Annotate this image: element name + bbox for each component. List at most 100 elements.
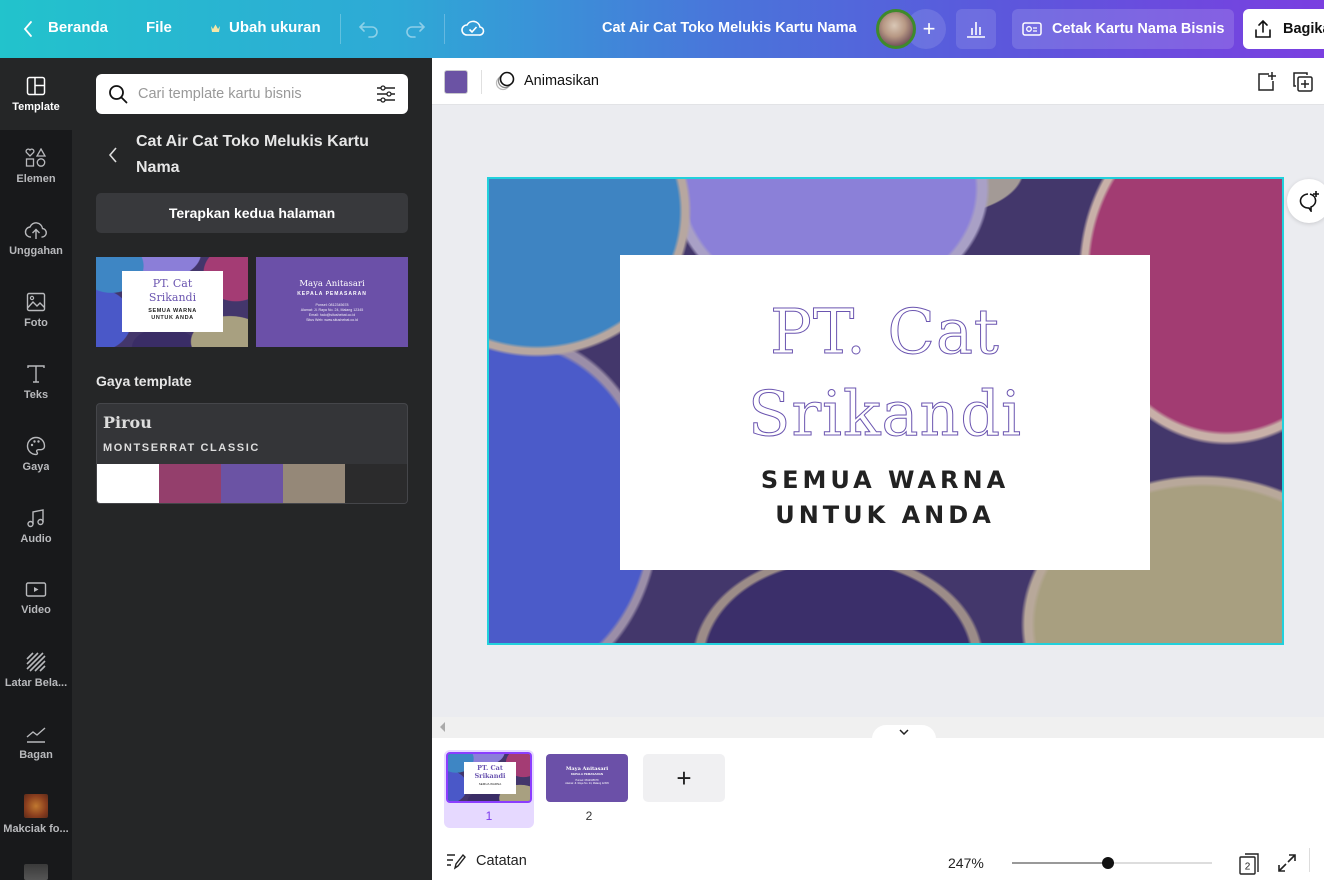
style-font-primary: Pirou: [103, 413, 152, 432]
company-name: Srikandi: [474, 771, 506, 780]
apply-both-pages-button[interactable]: Terapkan kedua halaman: [96, 193, 408, 233]
scroll-left-arrow-icon[interactable]: [440, 722, 445, 732]
page-count: 2: [1245, 862, 1251, 873]
editor-toolbar: Animasikan: [432, 58, 1324, 105]
add-page-button[interactable]: +: [643, 754, 725, 802]
share-button[interactable]: Bagikan: [1243, 9, 1324, 49]
color-swatch: [221, 464, 283, 503]
page-count-button[interactable]: 2: [1237, 852, 1261, 876]
zoom-slider[interactable]: [1012, 857, 1212, 869]
template-icon: [26, 76, 46, 96]
chevron-down-icon: [899, 729, 909, 735]
card-text-box: PT. Cat Srikandi SEMUA WARNA: [464, 762, 516, 794]
zoom-slider-fill: [1012, 862, 1108, 864]
color-swatches: [97, 464, 407, 503]
undo-icon[interactable]: [358, 17, 380, 39]
zoom-level[interactable]: 247%: [948, 855, 984, 871]
add-page-icon[interactable]: [1256, 71, 1278, 93]
toggle-pages-button[interactable]: [872, 725, 936, 739]
back-chevron-icon[interactable]: [108, 146, 118, 164]
video-icon: [25, 581, 47, 599]
add-comment-button[interactable]: [1287, 179, 1324, 223]
tagline: SEMUA WARNA: [478, 782, 502, 786]
design-page-1[interactable]: PT. Cat Srikandi SEMUA WARNA UNTUK ANDA: [487, 177, 1284, 645]
rail-item-elements[interactable]: Elemen: [0, 130, 72, 202]
page-thumbnail-2[interactable]: Maya Anitasari KEPALA PEMASARAN Ponsel: …: [544, 750, 634, 828]
card-text-box: PT. Cat Srikandi SEMUA WARNA UNTUK ANDA: [122, 271, 223, 332]
rail-item-background[interactable]: Latar Bela...: [0, 634, 72, 706]
template-style-heading: Gaya template: [96, 373, 192, 389]
background-color-picker[interactable]: [444, 70, 468, 94]
notes-button[interactable]: Catatan: [446, 852, 527, 870]
rail-item-uploads[interactable]: Unggahan: [0, 202, 72, 274]
back-chevron-icon[interactable]: [22, 19, 34, 39]
horizontal-scrollbar[interactable]: [432, 717, 1324, 739]
design-title[interactable]: Cat Air Cat Toko Melukis Kartu Nama: [602, 20, 857, 36]
tagline-text[interactable]: SEMUA WARNA UNTUK ANDA: [620, 463, 1150, 533]
resize-button[interactable]: Ubah ukuran: [210, 19, 321, 36]
file-menu[interactable]: File: [146, 19, 172, 36]
zoom-slider-handle[interactable]: [1102, 857, 1114, 869]
cloud-saved-icon[interactable]: [461, 17, 485, 39]
business-card-icon: [1022, 21, 1042, 37]
rail-item-folder[interactable]: Makciak fo...: [0, 778, 72, 850]
rail-item-audio[interactable]: Audio: [0, 490, 72, 562]
text-icon: [26, 364, 46, 384]
contact-details: Ponsel: 0812345678 Alamat: Jl. Raya No. …: [256, 303, 408, 323]
folder-thumbnail: [24, 793, 48, 818]
canvas-area: PT. Cat Srikandi SEMUA WARNA UNTUK ANDA: [432, 105, 1324, 717]
template-page-front[interactable]: PT. Cat Srikandi SEMUA WARNA UNTUK ANDA: [96, 257, 248, 347]
upload-icon: [24, 220, 48, 240]
contact-line: Situs Web: www.situshebat.co.id: [306, 318, 358, 322]
contact-line: Alamat: Jl. Raya No. 24, Malang 12345: [565, 782, 609, 785]
animate-button[interactable]: Animasikan: [494, 70, 599, 92]
rail-item-template[interactable]: Template: [0, 58, 72, 130]
divider: [340, 14, 341, 44]
rail-item-charts[interactable]: Bagan: [0, 706, 72, 778]
page-number: 2: [585, 809, 593, 823]
left-rail: Template Elemen Unggahan Foto Teks Gaya …: [0, 58, 72, 880]
color-swatch: [159, 464, 221, 503]
page-preview: PT. Cat Srikandi SEMUA WARNA: [446, 752, 532, 803]
bar-chart-icon: [965, 19, 987, 39]
fullscreen-icon[interactable]: [1277, 853, 1297, 873]
template-style-card[interactable]: Pirou MONTSERRAT CLASSIC: [96, 403, 408, 504]
rail-item-photos[interactable]: Foto: [0, 274, 72, 346]
folder-thumbnail: [24, 864, 48, 880]
person-role: KEPALA PEMASARAN: [570, 772, 604, 776]
tagline: SEMUA WARNA: [148, 308, 197, 314]
search-input[interactable]: [138, 86, 376, 102]
comment-plus-icon: [1297, 190, 1321, 212]
rail-item-text[interactable]: Teks: [0, 346, 72, 418]
company-name-line: Srikandi: [748, 377, 1022, 451]
notes-pencil-icon: [446, 852, 466, 870]
filter-sliders-icon[interactable]: [376, 84, 396, 104]
elements-icon: [25, 147, 47, 168]
page-thumbnail-1[interactable]: PT. Cat Srikandi SEMUA WARNA 1: [444, 750, 534, 828]
tagline-line: SEMUA WARNA: [760, 466, 1010, 494]
avatar[interactable]: [876, 9, 916, 49]
home-link[interactable]: Beranda: [48, 19, 108, 36]
divider: [481, 70, 482, 94]
color-swatch: [345, 464, 407, 503]
company-name-line: PT. Cat: [770, 295, 1000, 369]
duplicate-page-icon[interactable]: [1292, 71, 1314, 93]
print-label: Cetak Kartu Nama Bisnis: [1052, 21, 1225, 37]
person-name: Maya Anitasari: [299, 279, 365, 289]
company-name: Srikandi: [148, 291, 197, 304]
animate-icon: [494, 70, 516, 92]
divider: [1309, 848, 1310, 872]
card-text-box[interactable]: PT. Cat Srikandi SEMUA WARNA UNTUK ANDA: [620, 255, 1150, 570]
analytics-button[interactable]: [956, 9, 996, 49]
company-name-text[interactable]: PT. Cat Srikandi: [620, 291, 1150, 455]
rail-item-more[interactable]: [0, 850, 72, 880]
palette-icon: [26, 436, 46, 456]
template-page-back[interactable]: Maya Anitasari KEPALA PEMASARAN Ponsel: …: [256, 257, 408, 347]
top-bar: Beranda File Ubah ukuran Cat Air Cat Tok…: [0, 0, 1324, 58]
rail-item-styles[interactable]: Gaya: [0, 418, 72, 490]
style-font-secondary: MONTSERRAT CLASSIC: [103, 442, 260, 454]
redo-icon[interactable]: [404, 17, 426, 39]
notes-label: Catatan: [476, 853, 527, 869]
rail-item-video[interactable]: Video: [0, 562, 72, 634]
print-business-card-button[interactable]: Cetak Kartu Nama Bisnis: [1012, 9, 1234, 49]
